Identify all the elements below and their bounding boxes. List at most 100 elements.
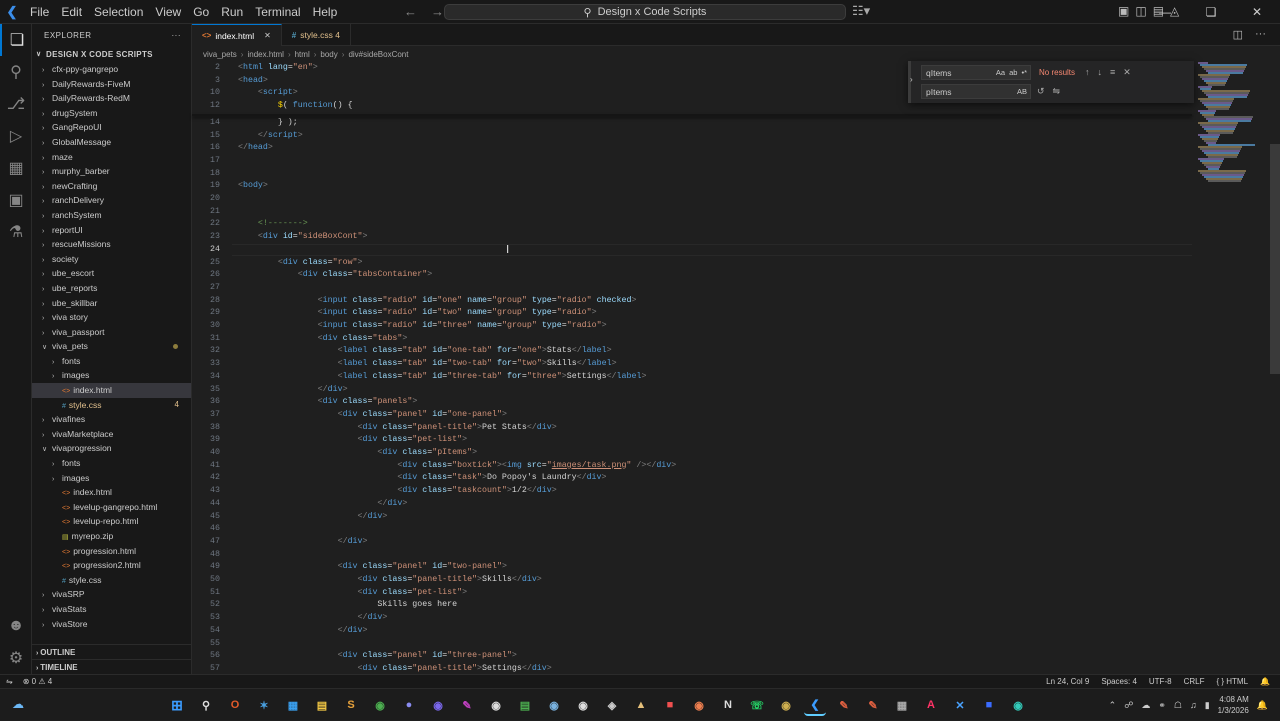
breadcrumb-item[interactable]: index.html [247,50,283,59]
remote-indicator-icon[interactable]: ⇋ [6,677,13,686]
command-center-search[interactable]: ⚲ Design x Code Scripts [444,4,846,20]
app-x-icon[interactable]: ✕ [949,694,971,716]
file-item[interactable]: <> progression2.html [32,558,191,573]
app-yellow-icon[interactable]: ◉ [775,694,797,716]
chrome-icon[interactable]: ◉ [369,694,391,716]
folder-item[interactable]: › ranchSystem [32,208,191,223]
forward-arrow-icon[interactable]: → [431,4,444,19]
problems-indicator[interactable]: ⊗ 0 ⚠ 4 [23,677,52,686]
battery-icon[interactable]: ▮ [1205,700,1210,711]
more-actions-icon[interactable]: ··· [172,31,182,40]
indentation[interactable]: Spaces: 4 [1101,677,1137,686]
app-globe-icon[interactable]: ◉ [1007,694,1029,716]
folder-item[interactable]: › DailyRewards-FiveM [32,77,191,92]
match-case-toggle[interactable]: Aa [996,68,1005,77]
folder-item[interactable]: › images [32,471,191,486]
file-item[interactable]: <> progression.html [32,544,191,559]
end-of-line[interactable]: CRLF [1184,677,1205,686]
folder-item[interactable]: › images [32,368,191,383]
folder-item[interactable]: › reportUI [32,223,191,238]
menu-help[interactable]: Help [307,0,344,24]
folder-item[interactable]: › newCrafting [32,179,191,194]
app-blue-icon[interactable]: ■ [978,694,1000,716]
start-icon[interactable]: ⊞ [166,694,188,716]
scrollbar-thumb[interactable] [1270,144,1280,374]
customize-layout-icon[interactable]: ▣ [1118,4,1129,18]
calculator-icon[interactable]: ▦ [891,694,913,716]
file-item[interactable]: <> levelup-repo.html [32,514,191,529]
remote-explorer-icon[interactable]: ▣ [0,184,32,216]
manage-gear-icon[interactable]: ⚙ [0,642,32,674]
steam-icon[interactable]: ◉ [543,694,565,716]
app-a-icon[interactable]: A [920,694,942,716]
app-pen-icon[interactable]: ✎ [862,694,884,716]
toggle-replace-icon[interactable]: › [910,75,913,84]
find-input[interactable]: qItems Aa ab •* [921,65,1031,80]
menu-terminal[interactable]: Terminal [249,0,306,24]
folder-item[interactable]: ∨ viva_pets [32,339,191,354]
breadcrumb-item[interactable]: html [295,50,310,59]
source-control-icon[interactable]: ⎇ [0,88,32,120]
menu-view[interactable]: View [149,0,187,24]
explorer-icon[interactable]: ❏ [0,24,32,56]
replace-input[interactable]: pItems AB [921,84,1031,99]
weather-widget-icon[interactable]: ☁ [12,697,24,711]
volume-icon[interactable]: ♫ [1190,700,1197,710]
next-match-icon[interactable]: ↓ [1098,67,1103,78]
network-icon[interactable]: ☍ [1124,700,1133,711]
extensions-icon[interactable]: ▦ [0,152,32,184]
restore-icon[interactable]: ❏ [1188,0,1234,24]
folder-item[interactable]: › fonts [32,456,191,471]
obs-icon[interactable]: ◉ [572,694,594,716]
folder-item[interactable]: › viva_passport [32,325,191,340]
app-generic-icon[interactable]: ◈ [601,694,623,716]
folder-item[interactable]: › vivaSRP [32,587,191,602]
folder-item[interactable]: › murphy_barber [32,164,191,179]
notifications-bell-icon[interactable]: 🔔 [1260,677,1270,686]
menu-file[interactable]: File [24,0,55,24]
outline-section[interactable]: › OUTLINE [32,644,191,659]
folder-item[interactable]: › maze [32,150,191,165]
folder-item[interactable]: › viva story [32,310,191,325]
folder-item[interactable]: › vivafines [32,412,191,427]
folder-item[interactable]: › fonts [32,354,191,369]
match-whole-word-toggle[interactable]: ab [1009,68,1017,77]
folder-item[interactable]: › cfx-ppy-gangrepo [32,62,191,77]
preserve-case-toggle[interactable]: AB [1017,87,1027,96]
language-mode[interactable]: { } HTML [1216,677,1248,686]
vlc-icon[interactable]: ▲ [630,694,652,716]
tab-css[interactable]: # style.css 4 [282,24,351,46]
discord-alt-icon[interactable]: ◉ [427,694,449,716]
app-brush-icon[interactable]: ✎ [833,694,855,716]
folder-item[interactable]: › ranchDelivery [32,193,191,208]
search-view-icon[interactable]: ⚲ [0,56,32,88]
folder-item[interactable]: ∨ vivaprogression [32,441,191,456]
notion-icon[interactable]: N [717,694,739,716]
find-in-selection-icon[interactable]: ≡ [1110,67,1115,78]
taskbar-search-icon[interactable]: ⚲ [195,694,217,716]
app-red-icon[interactable]: ■ [659,694,681,716]
testing-icon[interactable]: ⚗ [0,216,32,248]
app-orange-icon[interactable]: ◉ [688,694,710,716]
editor-scrollbar[interactable] [1270,62,1280,674]
notification-center-icon[interactable]: 🔔 [1257,700,1268,711]
tray-overflow-icon[interactable]: ⌃ [1109,700,1117,711]
cursor-position[interactable]: Ln 24, Col 9 [1046,677,1089,686]
tab-html[interactable]: <> index.html ✕ [192,24,282,46]
close-find-icon[interactable]: ✕ [1123,67,1131,78]
breadcrumb-item[interactable]: viva_pets [203,50,237,59]
file-item[interactable]: <> levelup-gangrepo.html [32,500,191,515]
split-editor-icon[interactable]: ◫ [1233,28,1243,41]
copilot-icon[interactable]: ☷▾ [852,3,870,19]
mic-icon[interactable]: ⚭ [1158,700,1166,711]
folder-item[interactable]: › vivaStats [32,602,191,617]
whatsapp-icon[interactable]: ☏ [746,694,768,716]
folder-item[interactable]: › DailyRewards-RedM [32,91,191,106]
timeline-section[interactable]: › TIMELINE [32,659,191,674]
folder-item[interactable]: › GangRepoUI [32,120,191,135]
breadcrumb-item[interactable]: div#sideBoxCont [348,50,408,59]
code-editor[interactable]: 2 <html lang="en"> 3 <head> 10 <script> 12 $(… [192,62,1192,674]
encoding[interactable]: UTF-8 [1149,677,1172,686]
minimap[interactable] [1196,62,1270,182]
file-item[interactable]: <> index.html [32,383,191,398]
